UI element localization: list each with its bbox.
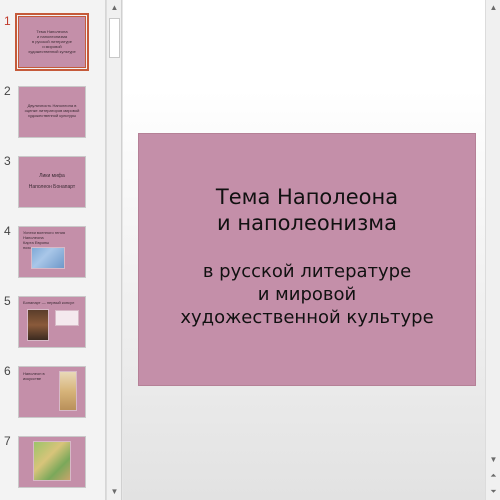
thumbnail-frame[interactable]: Бонапарт — первый консул xyxy=(18,296,86,348)
thumbnail-number: 5 xyxy=(4,294,11,308)
slide-title[interactable]: Тема Наполеона и наполеонизма xyxy=(139,184,475,236)
thumbnail-slide-4[interactable]: 4 Успехи военного гения Наполеона Карта … xyxy=(0,224,105,290)
thumbnail-number: 6 xyxy=(4,364,11,378)
thumbnail-frame[interactable]: Двуличность Наполеона в оценке литератор… xyxy=(18,86,86,138)
thumbnail-text: Двуличность Наполеона в оценке литератор… xyxy=(24,103,80,118)
scroll-up-icon[interactable]: ▲ xyxy=(107,0,122,16)
thumbnail-slide-2[interactable]: 2 Двуличность Наполеона в оценке литерат… xyxy=(0,84,105,150)
scrollbar-thumb[interactable] xyxy=(109,18,120,58)
thumbnail-frame[interactable]: Успехи военного гения Наполеона Карта Ев… xyxy=(18,226,86,278)
map-image xyxy=(31,247,65,269)
slide-thumbnail-pane[interactable]: 1 Тема Наполеона и наполеонизма в русско… xyxy=(0,0,106,500)
thumbnail-slide-1[interactable]: 1 Тема Наполеона и наполеонизма в русско… xyxy=(0,13,105,80)
thumbnail-slide-3[interactable]: 3 Лики мифа Наполеон Бонапарт xyxy=(0,154,105,220)
thumbnail-number: 1 xyxy=(4,14,11,28)
thumbnail-frame[interactable]: Наполеон в искусстве xyxy=(18,366,86,418)
thumbnail-number: 3 xyxy=(4,154,11,168)
current-slide[interactable]: Тема Наполеона и наполеонизма в русской … xyxy=(138,133,476,386)
thumbnail-frame[interactable]: Тема Наполеона и наполеонизма в русской … xyxy=(15,13,89,71)
map-image xyxy=(33,441,71,481)
slide-subtitle[interactable]: в русской литературе и мировой художеств… xyxy=(139,260,475,329)
thumbnail-slide-7[interactable]: 7 xyxy=(0,434,105,500)
thumbnail-text: Наполеон в искусстве xyxy=(23,371,45,381)
painting-image xyxy=(59,371,77,411)
thumbnail-frame[interactable]: Лики мифа Наполеон Бонапарт xyxy=(18,156,86,208)
portrait-image xyxy=(27,309,49,341)
thumbnail-number: 7 xyxy=(4,434,11,448)
thumbnail-number: 2 xyxy=(4,84,11,98)
thumbnail-scrollbar[interactable]: ▲ ▼ xyxy=(106,0,122,500)
thumbnail-number: 4 xyxy=(4,224,11,238)
thumbnail-frame[interactable] xyxy=(18,436,86,488)
thumbnail-text: Тема Наполеона и наполеонизма в русской … xyxy=(28,29,76,54)
thumbnail-slide-5[interactable]: 5 Бонапарт — первый консул xyxy=(0,294,105,360)
thumbnail-text: Бонапарт — первый консул xyxy=(23,300,75,305)
thumbnail-text: Лики мифа Наполеон Бонапарт xyxy=(28,173,76,190)
scroll-down-icon[interactable]: ▼ xyxy=(486,452,500,468)
thumbnail-slide-6[interactable]: 6 Наполеон в искусстве xyxy=(0,364,105,430)
presentation-editor: 1 Тема Наполеона и наполеонизма в русско… xyxy=(0,0,500,500)
scroll-up-icon[interactable]: ▲ xyxy=(486,0,500,16)
slide-editor[interactable]: Тема Наполеона и наполеонизма в русской … xyxy=(123,0,485,500)
text-box-image xyxy=(55,310,79,326)
editor-scrollbar[interactable]: ▲ ▼ ⏶ ⏷ xyxy=(485,0,500,500)
next-slide-icon[interactable]: ⏷ xyxy=(486,484,500,500)
previous-slide-icon[interactable]: ⏶ xyxy=(486,468,500,484)
scroll-down-icon[interactable]: ▼ xyxy=(107,484,122,500)
